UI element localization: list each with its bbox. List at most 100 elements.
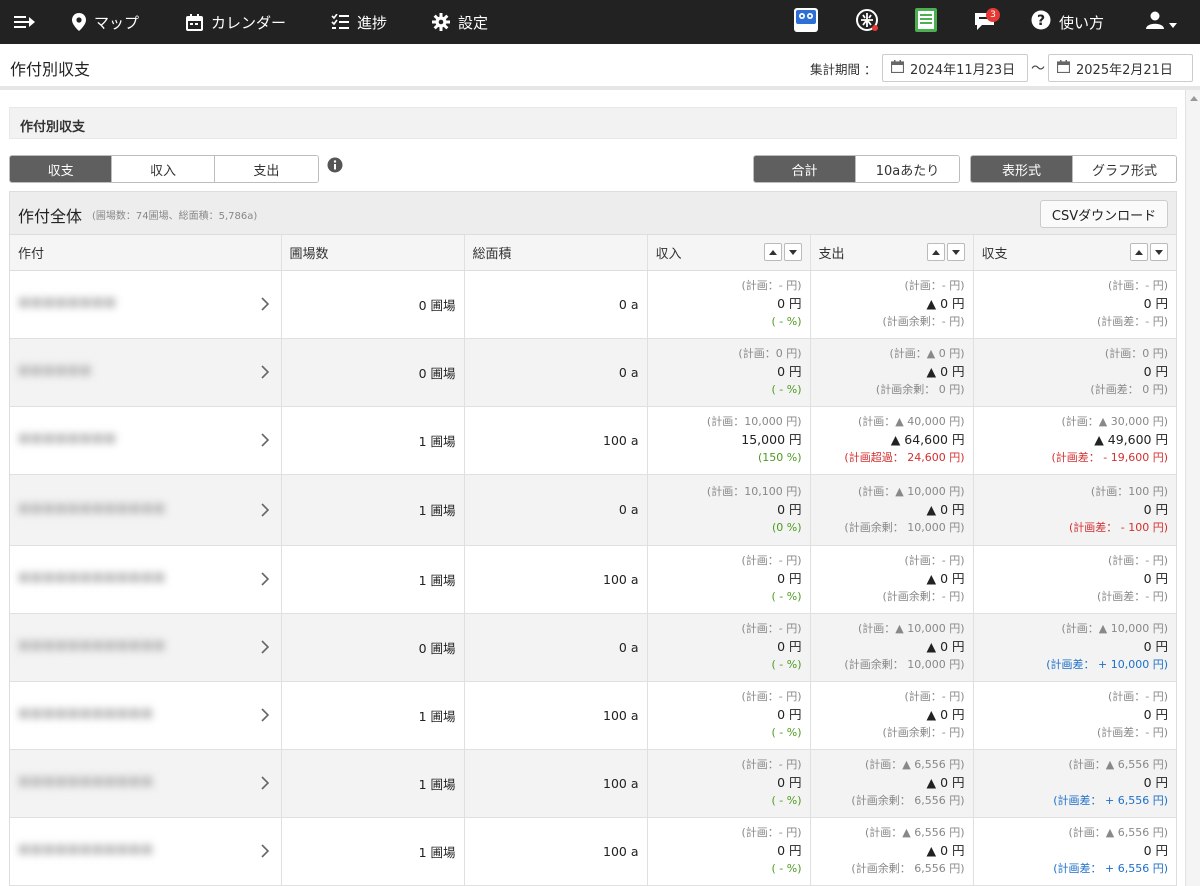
sort-asc-button[interactable] [763,243,782,261]
balance-plan: (計画：- 円) [1107,690,1168,703]
crop-cell[interactable]: ■■■■■■■■ [10,406,282,475]
expense-cell: (計画：▲ 6,556 円) ▲ 0 円 (計画余剰： 6,556 円) [810,749,974,818]
nav-settings[interactable]: 設定 [432,0,488,44]
checklist-icon [331,14,349,30]
expense-value: ▲ 0 円 [926,364,965,379]
income-note: (150 %) [757,451,802,464]
rice-app-button[interactable] [855,0,879,44]
income-plan: (計画：- 円) [741,622,802,635]
balance-value: 0 円 [1143,707,1168,722]
sort-down-icon [1155,249,1163,255]
chevron-right-icon[interactable] [260,640,269,657]
crop-name: ■■■■■■■■■■■ [18,706,154,721]
page-title: 作付別収支 [10,60,91,79]
sort-asc-button[interactable] [926,243,945,261]
balance-cell: (計画：- 円) 0 円 (計画差：- 円) [973,270,1176,339]
top-nav-bar: マップ カレンダー 進捗 設定 3 ? 使い方 [0,0,1200,44]
chevron-right-icon[interactable] [260,365,269,382]
expense-value: ▲ 0 円 [926,639,965,654]
crop-cell[interactable]: ■■■■■■■■ [10,270,282,339]
table-row[interactable]: ■■■■■■■■■■■■ 1 圃場 100 a (計画：- 円) 0 円( - %) (計… [10,545,1176,614]
table-row[interactable]: ■■■■■■■■■■■ 1 圃場 100 a (計画：- 円) 0 円( - %) (計画… [10,749,1176,818]
period-label: 集計期間 ： [810,62,877,77]
toggle-expense[interactable]: 支出 [214,156,318,182]
expense-plan: (計画：▲ 6,556 円) [864,758,965,771]
balance-cell: (計画：0 円) 0 円 (計画差： 0 円) [973,338,1176,407]
table-row[interactable]: ■■■■■■■■ 0 圃場 0 a (計画：- 円) 0 円( - %) (計画：- 円)… [10,270,1176,339]
expense-cell: (計画：- 円) ▲ 0 円 (計画余剰：- 円) [810,681,974,750]
balance-note: (計画差： + 10,000 円) [1046,658,1168,671]
balance-plan: (計画：- 円) [1107,279,1168,292]
help-button[interactable]: ? 使い方 [1031,0,1104,44]
table-row[interactable]: ■■■■■■■■■■■■ 1 圃場 0 a (計画：10,100 円) 0 円 (0 %)… [10,474,1176,546]
income-plan: (計画：- 円) [741,758,802,771]
income-plan: (計画：- 円) [741,279,802,292]
expense-plan: (計画：▲ 6,556 円) [864,826,965,839]
section-header: 作付別収支 [9,107,1177,139]
balance-value: 0 円 [1143,571,1168,586]
crop-cell[interactable]: ■■■■■■ [10,338,282,407]
crop-cell[interactable]: ■■■■■■■■■■■■ [10,474,282,546]
report-app-button[interactable] [914,0,938,44]
income-cell: (計画：10,000 円) 15,000 円 (150 %) [647,406,811,475]
balance-value: 0 円 [1143,775,1168,790]
expense-plan: (計画：▲ 0 円) [889,347,965,360]
user-menu-button[interactable] [1146,0,1177,44]
balance-note: (計画差： + 6,556 円) [1053,862,1168,875]
toggle-table-view[interactable]: 表形式 [971,156,1074,182]
toggle-total[interactable]: 合計 [754,156,857,182]
info-icon[interactable] [327,157,343,177]
vertical-scrollbar[interactable] [1185,90,1200,886]
nav-calendar-label: カレンダー [211,13,287,32]
chevron-right-icon[interactable] [260,844,269,861]
field-count-cell: 1 圃場 [281,474,465,546]
toggle-income[interactable]: 収入 [112,156,215,182]
menu-arrow-icon [14,14,36,30]
toggle-graph-view[interactable]: グラフ形式 [1073,156,1176,182]
balance-plan: (計画：▲ 6,556 円) [1068,758,1168,771]
balance-note: (計画差： - 100 円) [1068,520,1168,534]
crop-cell[interactable]: ■■■■■■■■■■■ [10,749,282,818]
crop-cell[interactable]: ■■■■■■■■■■■ [10,681,282,750]
scroll-up-arrow-icon[interactable] [1190,96,1198,101]
sidebar-toggle-button[interactable] [14,0,36,44]
nav-progress[interactable]: 進捗 [331,0,387,44]
mgr-app-button[interactable] [794,0,818,44]
sort-desc-button[interactable] [946,243,965,261]
table-row[interactable]: ■■■■■■■■■■■ 1 圃場 100 a (計画：- 円) 0 円( - %) (計画… [10,681,1176,750]
chevron-right-icon[interactable] [260,776,269,793]
table-row[interactable]: ■■■■■■■■■■■■ 0 圃場 0 a (計画：- 円) 0 円( - %) (計画：… [10,613,1176,682]
chevron-right-icon[interactable] [260,708,269,725]
income-plan: (計画：0 円) [738,347,802,360]
toggle-per-10a[interactable]: 10aあたり [856,156,959,182]
date-to-input[interactable]: 2025年2月21日 [1048,54,1193,82]
expense-note: (計画余剰： 6,556 円) [851,862,965,875]
nav-calendar[interactable]: カレンダー [186,0,286,44]
csv-download-button[interactable]: CSVダウンロード [1040,200,1168,228]
crop-cell[interactable]: ■■■■■■■■■■■■ [10,545,282,614]
sort-desc-button[interactable] [783,243,802,261]
calendar-icon [1056,59,1071,77]
crop-cell[interactable]: ■■■■■■■■■■■■ [10,613,282,682]
table-row[interactable]: ■■■■■■ 0 圃場 0 a (計画：0 円) 0 円 ( - %) (計画：▲ 0 円)… [10,338,1176,407]
sort-asc-button[interactable] [1130,243,1148,261]
income-value: 0 円 [777,364,802,379]
toggle-balance[interactable]: 収支 [10,156,113,182]
expense-value: ▲ 0 円 [926,843,965,858]
chevron-right-icon[interactable] [260,297,269,314]
chevron-right-icon[interactable] [260,433,269,450]
area-cell: 100 a [464,749,648,818]
field-count-cell: 0 圃場 [281,613,465,682]
chevron-right-icon[interactable] [260,502,269,520]
map-pin-icon [72,13,86,31]
table-row[interactable]: ■■■■■■■■■■■ 1 圃場 100 a (計画：- 円) 0 円( - %) (計画… [10,817,1176,886]
chevron-right-icon[interactable] [260,572,269,589]
balance-value: 0 円 [1143,639,1168,654]
nav-map[interactable]: マップ [72,0,139,44]
crop-name: ■■■■■■■■■■■■ [18,638,166,653]
date-from-input[interactable]: 2024年11月23日 [882,54,1028,82]
news-button[interactable]: 3 [974,0,1000,44]
crop-cell[interactable]: ■■■■■■■■■■■ [10,817,282,886]
sort-desc-button[interactable] [1150,243,1168,261]
table-row[interactable]: ■■■■■■■■ 1 圃場 100 a (計画：10,000 円) 15,000 円 (1… [10,406,1176,475]
